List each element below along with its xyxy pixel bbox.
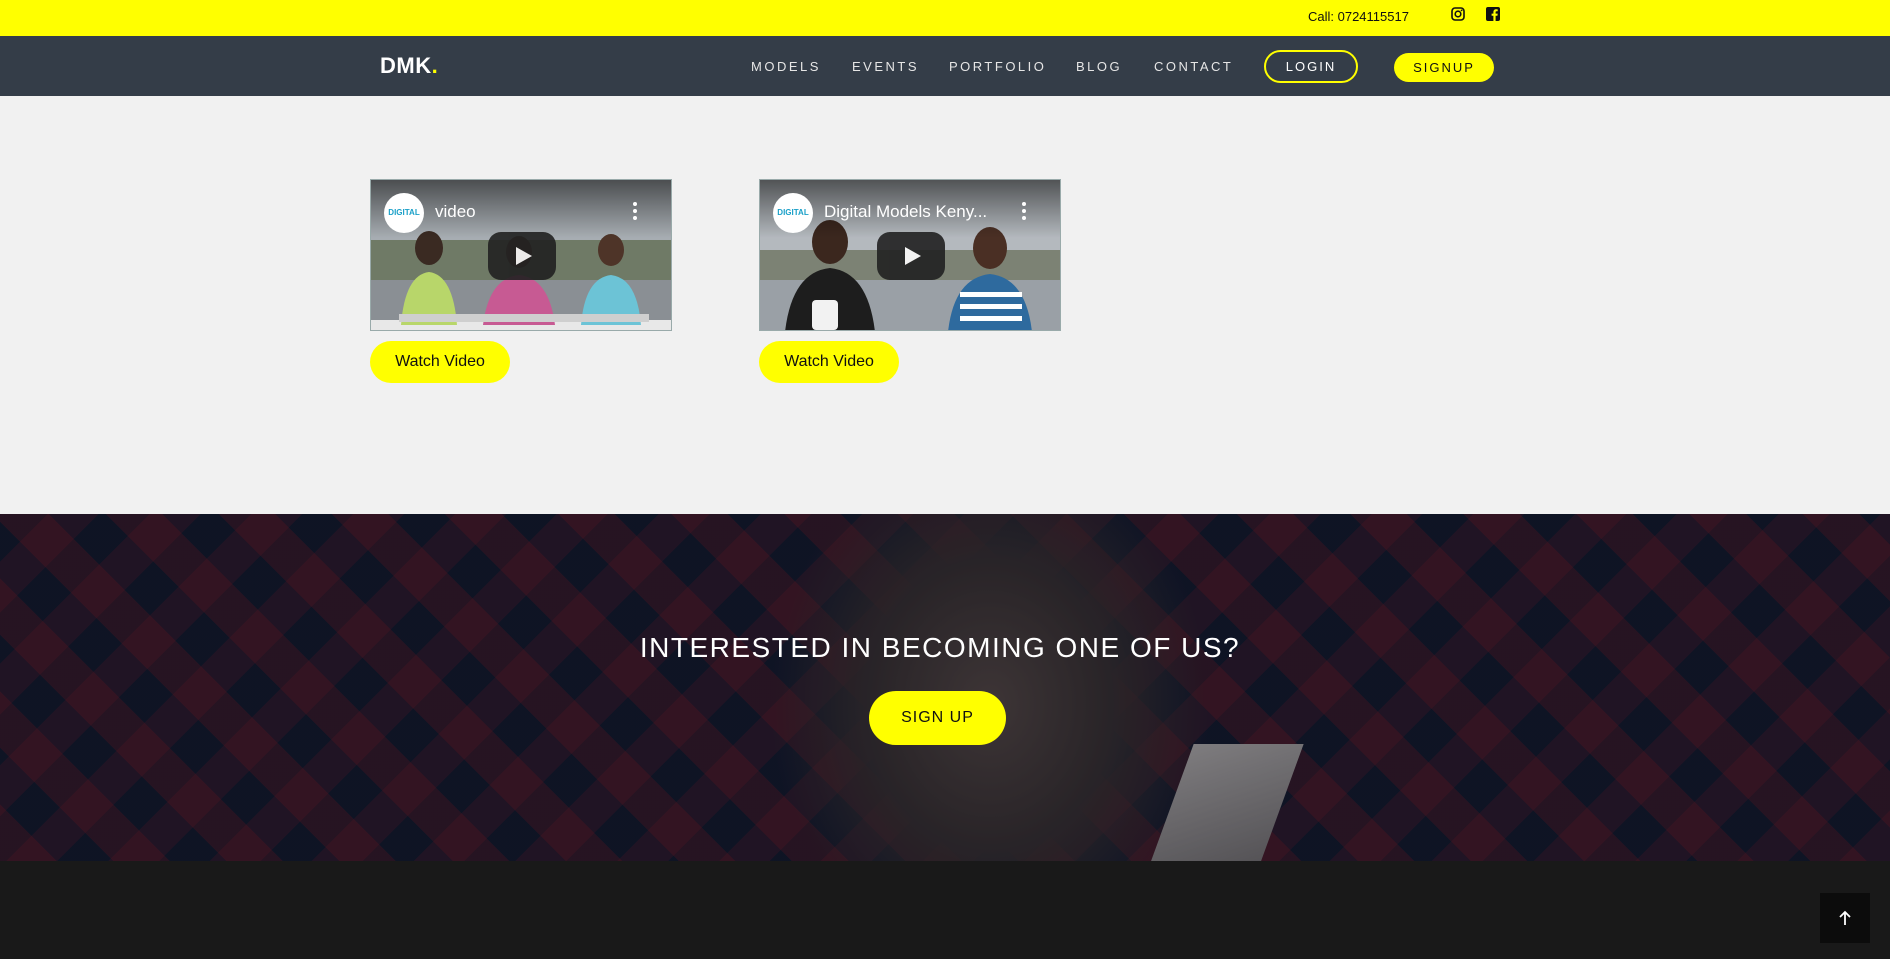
more-options-icon[interactable] xyxy=(633,202,637,220)
signup-button[interactable]: SIGNUP xyxy=(1394,53,1494,82)
instagram-icon[interactable] xyxy=(1451,7,1465,21)
play-icon[interactable] xyxy=(877,232,945,280)
channel-logo[interactable]: DIGITAL xyxy=(773,193,813,233)
banner-heading: INTERESTED IN BECOMING ONE OF US? xyxy=(639,632,1241,663)
site-logo[interactable]: DMK. xyxy=(380,53,438,79)
call-number[interactable]: Call: 0724115517 xyxy=(1308,9,1409,24)
arrow-up-icon xyxy=(1839,910,1851,925)
nav-link-models[interactable]: MODELS xyxy=(751,59,821,74)
watch-video-button-1[interactable]: Watch Video xyxy=(370,341,510,383)
banner-signup-button[interactable]: SIGN UP xyxy=(869,691,1006,745)
watch-video-button-2[interactable]: Watch Video xyxy=(759,341,899,383)
video-player-1[interactable]: DIGITAL video xyxy=(370,179,672,331)
video-title[interactable]: Digital Models Keny... xyxy=(824,202,987,222)
channel-logo[interactable]: DIGITAL xyxy=(384,193,424,233)
footer xyxy=(0,861,1890,959)
banner-overlay xyxy=(0,514,1890,861)
back-to-top-button[interactable] xyxy=(1820,893,1870,943)
signup-banner: INTERESTED IN BECOMING ONE OF US? SIGN U… xyxy=(0,514,1890,861)
video-player-2[interactable]: DIGITAL Digital Models Keny... xyxy=(759,179,1061,331)
main-navigation: DMK. MODELS EVENTS PORTFOLIO BLOG CONTAC… xyxy=(0,36,1890,96)
video-title[interactable]: video xyxy=(435,202,476,222)
nav-link-blog[interactable]: BLOG xyxy=(1076,59,1122,74)
nav-link-contact[interactable]: CONTACT xyxy=(1154,59,1233,74)
play-icon[interactable] xyxy=(488,232,556,280)
nav-link-portfolio[interactable]: PORTFOLIO xyxy=(949,59,1046,74)
facebook-icon[interactable] xyxy=(1486,7,1500,21)
nav-link-events[interactable]: EVENTS xyxy=(852,59,919,74)
more-options-icon[interactable] xyxy=(1022,202,1026,220)
top-contact-bar: Call: 0724115517 xyxy=(0,0,1890,36)
login-button[interactable]: LOGIN xyxy=(1264,50,1358,83)
